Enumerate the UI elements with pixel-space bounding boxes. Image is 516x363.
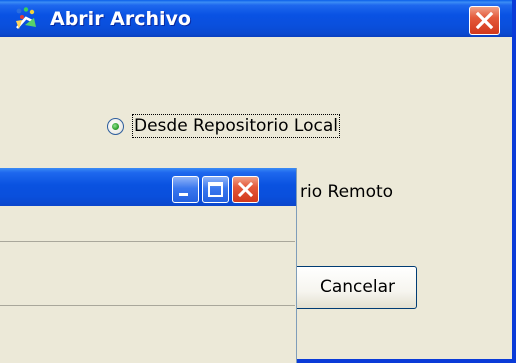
maximize-icon — [208, 182, 223, 197]
front-close-button[interactable] — [232, 176, 259, 203]
front-window-titlebar[interactable] — [0, 168, 296, 206]
maximize-button[interactable] — [202, 176, 229, 203]
minimize-icon — [179, 193, 188, 196]
front-window — [0, 168, 297, 363]
close-icon — [237, 181, 254, 198]
front-window-row — [0, 206, 295, 242]
front-window-row — [0, 242, 295, 306]
minimize-button[interactable] — [172, 176, 199, 203]
front-window-row — [0, 306, 295, 363]
